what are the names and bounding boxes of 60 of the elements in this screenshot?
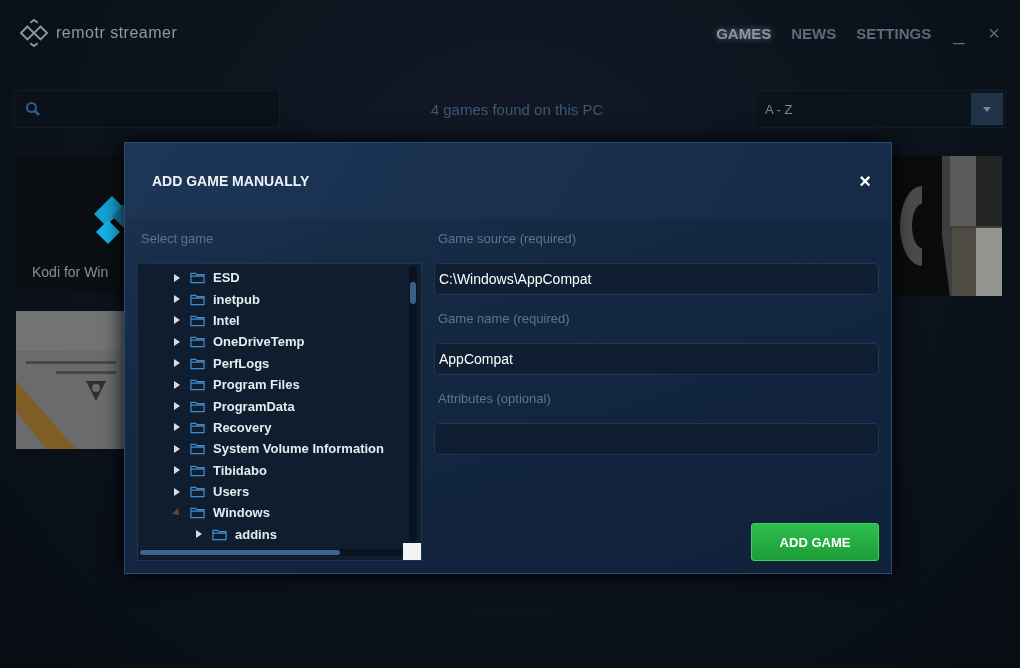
close-button[interactable]: × xyxy=(859,169,871,193)
expand-arrow-icon[interactable] xyxy=(174,359,180,368)
input-field[interactable] xyxy=(434,423,879,455)
field-label: Attributes (optional) xyxy=(437,390,552,408)
tile-title: Kodi for Win xyxy=(32,264,109,280)
expand-arrow-icon[interactable] xyxy=(196,530,202,539)
vertical-scrollbar[interactable] xyxy=(409,266,417,542)
folder-icon xyxy=(212,527,227,541)
expand-arrow-icon[interactable] xyxy=(174,402,180,411)
folder-icon xyxy=(190,271,205,285)
folder-icon xyxy=(190,420,205,434)
tree-item[interactable]: Windows xyxy=(138,502,421,524)
input-field[interactable]: C:\Windows\AppCompat xyxy=(434,263,879,295)
expand-arrow-icon[interactable] xyxy=(174,295,180,304)
expand-arrow-icon[interactable] xyxy=(174,337,180,346)
folder-icon xyxy=(190,442,205,456)
horizontal-scrollbar[interactable] xyxy=(140,549,404,556)
tree-item[interactable]: inetpub xyxy=(138,288,421,310)
folder-icon xyxy=(190,485,205,499)
folder-icon xyxy=(190,399,205,413)
folder-icon xyxy=(190,292,205,306)
field-label: Game name (required) xyxy=(437,310,571,328)
folder-icon xyxy=(190,335,205,349)
games-count: 4 games found on this PC xyxy=(429,100,605,118)
app-name: remotr streamer xyxy=(56,24,178,42)
tree-item[interactable]: Tibidabo xyxy=(138,459,421,481)
input-field[interactable]: AppCompat xyxy=(434,343,879,375)
close-button[interactable]: × xyxy=(986,21,1002,45)
folder-icon xyxy=(190,313,205,327)
scroll-corner xyxy=(403,543,421,560)
sort-dropdown[interactable]: A - Z xyxy=(754,90,1006,128)
tree-item[interactable]: Program Files xyxy=(138,373,421,396)
expand-arrow-icon[interactable] xyxy=(174,487,180,496)
caret-icon xyxy=(983,106,991,112)
expand-arrow-icon[interactable] xyxy=(174,423,180,432)
nav-tab[interactable]: GAMES xyxy=(716,24,772,42)
folder-icon xyxy=(190,378,205,392)
expand-arrow-icon[interactable] xyxy=(174,444,180,453)
tree-item[interactable]: OneDriveTemp xyxy=(138,331,421,353)
expand-arrow-icon[interactable] xyxy=(174,466,180,475)
tree-item[interactable]: ESD xyxy=(138,267,421,289)
tree-item[interactable]: Recovery xyxy=(138,416,421,439)
search-field[interactable] xyxy=(14,90,280,128)
tree-item[interactable]: ProgramData xyxy=(138,395,421,417)
tree-item[interactable]: addins xyxy=(138,523,421,546)
dialog-title: ADD GAME MANUALLY xyxy=(152,173,310,189)
tree-item[interactable]: PerfLogs xyxy=(138,352,421,374)
folder-icon xyxy=(190,506,205,520)
tree-item[interactable]: System Volume Information xyxy=(138,438,421,460)
search-icon xyxy=(25,101,41,117)
field-label: Select game xyxy=(140,230,215,248)
folder-icon xyxy=(190,463,205,477)
tree-item[interactable]: Intel xyxy=(138,309,421,332)
logo-icon xyxy=(18,19,50,47)
expand-arrow-icon[interactable] xyxy=(174,273,180,282)
expand-arrow-icon[interactable] xyxy=(174,316,180,325)
field-label: Game source (required) xyxy=(437,230,577,248)
folder-icon xyxy=(190,356,205,370)
expand-arrow-icon[interactable] xyxy=(174,380,180,389)
tree-item[interactable]: Users xyxy=(138,480,421,503)
